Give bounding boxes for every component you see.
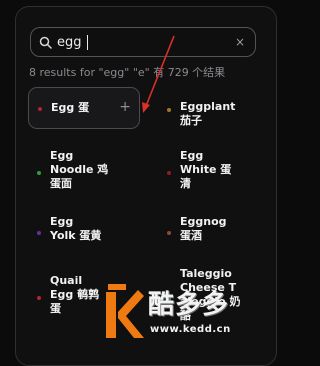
watermark: 酷多多 www.kedd.cn xyxy=(100,276,299,346)
watermark-url: www.kedd.cn xyxy=(150,324,231,335)
result-label: Egg White 蛋 清 xyxy=(180,149,232,190)
clear-icon[interactable]: × xyxy=(235,34,245,50)
results-summary: 8 results for "egg" "e" 有 729 个结果 xyxy=(29,66,226,79)
watermark-logo-icon xyxy=(106,284,144,338)
result-label: Eggplant 茄子 xyxy=(180,100,236,127)
category-dot xyxy=(37,231,41,235)
result-label: Eggnog 蛋酒 xyxy=(180,215,227,242)
category-dot xyxy=(37,171,41,175)
watermark-text: 酷多多 xyxy=(148,290,230,320)
text-caret xyxy=(87,35,88,50)
search-icon xyxy=(39,36,52,49)
result-item-egg[interactable]: Egg 蛋 + xyxy=(28,87,140,129)
result-label: Egg Noodle 鸡 蛋面 xyxy=(50,149,109,190)
category-dot xyxy=(38,107,42,111)
result-label: Egg Yolk 蛋黄 xyxy=(50,215,102,242)
plus-icon[interactable]: + xyxy=(119,100,131,114)
category-dot xyxy=(167,231,171,235)
category-dot xyxy=(167,108,171,112)
search-input[interactable] xyxy=(57,32,227,52)
search-box[interactable]: × xyxy=(30,27,256,57)
category-dot xyxy=(167,171,171,175)
category-dot xyxy=(37,296,41,300)
